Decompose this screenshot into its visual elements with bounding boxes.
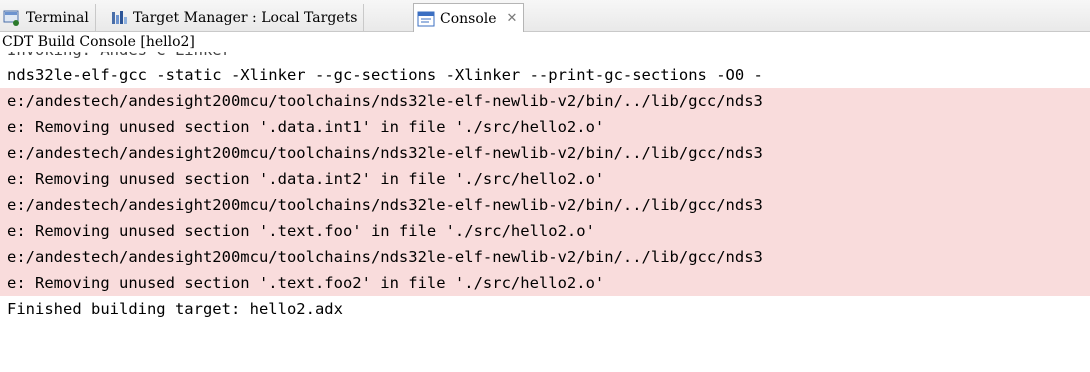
console-error-line: e: Removing unused section '.data.int2' … <box>0 166 1090 192</box>
console-icon <box>417 11 435 26</box>
console-line: nds32le-elf-gcc -static -Xlinker --gc-se… <box>7 66 763 84</box>
console-error-line: e:/andestech/andesight200mcu/toolchains/… <box>0 140 1090 166</box>
console-error-line: e: Removing unused section '.text.foo' i… <box>0 218 1090 244</box>
tab-console[interactable]: Console ✕ <box>413 3 525 33</box>
console-error-line: e: Removing unused section '.data.int1' … <box>0 114 1090 140</box>
console-error-line: e:/andestech/andesight200mcu/toolchains/… <box>0 244 1090 270</box>
close-icon[interactable]: ✕ <box>507 11 518 26</box>
tab-terminal-label: Terminal <box>26 9 89 26</box>
target-manager-icon <box>112 10 127 24</box>
console-title: CDT Build Console [hello2] <box>0 32 1090 52</box>
console-line: Finished building target: hello2.adx <box>7 300 343 318</box>
console-error-line: e:/andestech/andesight200mcu/toolchains/… <box>0 88 1090 114</box>
terminal-icon <box>3 10 19 26</box>
tab-terminal[interactable]: Terminal <box>0 4 96 31</box>
console-error-line: e:/andestech/andesight200mcu/toolchains/… <box>0 192 1090 218</box>
tab-console-label: Console <box>440 10 497 27</box>
console-error-line: e: Removing unused section '.text.foo2' … <box>0 270 1090 296</box>
view-tab-bar: Terminal Target Manager : Local Targets … <box>0 0 1090 33</box>
console-output[interactable]: Invoking: Andes C Linker nds32le-elf-gcc… <box>0 46 1090 372</box>
tab-target-manager[interactable]: Target Manager : Local Targets <box>107 4 365 31</box>
tab-target-manager-label: Target Manager : Local Targets <box>133 9 358 26</box>
